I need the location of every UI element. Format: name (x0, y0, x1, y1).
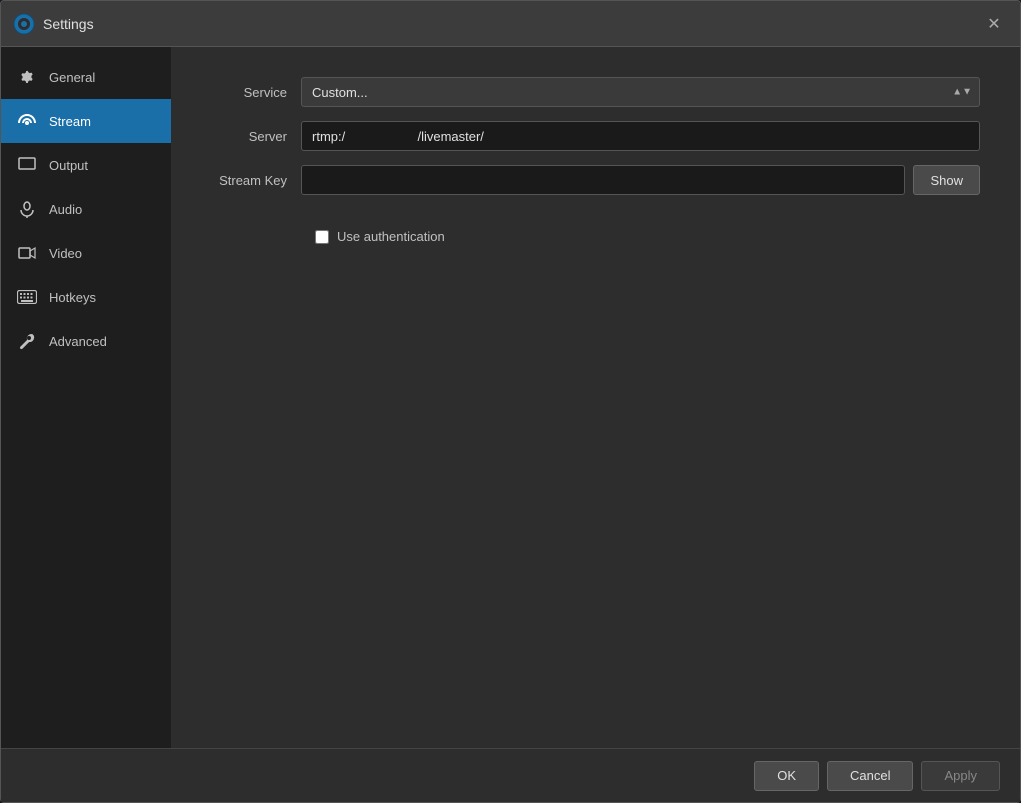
show-button[interactable]: Show (913, 165, 980, 195)
use-auth-checkbox[interactable] (315, 230, 329, 244)
stream-icon (17, 111, 37, 131)
service-select-wrapper: Custom... ▲▼ (301, 77, 980, 107)
service-label: Service (211, 85, 301, 100)
window-title: Settings (43, 16, 980, 32)
sidebar-item-general[interactable]: General (1, 55, 171, 99)
titlebar: Settings ✕ (1, 1, 1020, 47)
obs-icon (13, 13, 35, 35)
sidebar: General Stream (1, 47, 171, 748)
main-content: Service Custom... ▲▼ Server Stream Key (171, 47, 1020, 748)
sidebar-item-hotkeys-label: Hotkeys (49, 290, 96, 305)
stream-key-input[interactable] (301, 165, 905, 195)
gear-icon (17, 67, 37, 87)
sidebar-item-advanced[interactable]: Advanced (1, 319, 171, 363)
sidebar-item-audio-label: Audio (49, 202, 82, 217)
sidebar-item-hotkeys[interactable]: Hotkeys (1, 275, 171, 319)
monitor-icon (17, 155, 37, 175)
apply-button[interactable]: Apply (921, 761, 1000, 791)
sidebar-item-output[interactable]: Output (1, 143, 171, 187)
close-button[interactable]: ✕ (980, 10, 1008, 38)
video-icon (17, 243, 37, 263)
content-area: General Stream (1, 47, 1020, 748)
auth-row: Use authentication (315, 229, 980, 244)
sidebar-item-video-label: Video (49, 246, 82, 261)
sidebar-item-advanced-label: Advanced (49, 334, 107, 349)
sidebar-item-stream[interactable]: Stream (1, 99, 171, 143)
ok-button[interactable]: OK (754, 761, 819, 791)
audio-icon (17, 199, 37, 219)
sidebar-item-video[interactable]: Video (1, 231, 171, 275)
footer: OK Cancel Apply (1, 748, 1020, 802)
server-group: Server (211, 121, 980, 151)
stream-key-wrapper: Show (301, 165, 980, 195)
stream-key-group: Stream Key Show (211, 165, 980, 195)
sidebar-item-stream-label: Stream (49, 114, 91, 129)
sidebar-item-audio[interactable]: Audio (1, 187, 171, 231)
cancel-button[interactable]: Cancel (827, 761, 913, 791)
server-label: Server (211, 129, 301, 144)
sidebar-item-output-label: Output (49, 158, 88, 173)
stream-key-label: Stream Key (211, 173, 301, 188)
keyboard-icon (17, 287, 37, 307)
service-select[interactable]: Custom... (301, 77, 980, 107)
use-auth-label[interactable]: Use authentication (337, 229, 445, 244)
settings-window: Settings ✕ General (0, 0, 1021, 803)
service-group: Service Custom... ▲▼ (211, 77, 980, 107)
sidebar-item-general-label: General (49, 70, 95, 85)
server-input[interactable] (301, 121, 980, 151)
wrench-icon (17, 331, 37, 351)
